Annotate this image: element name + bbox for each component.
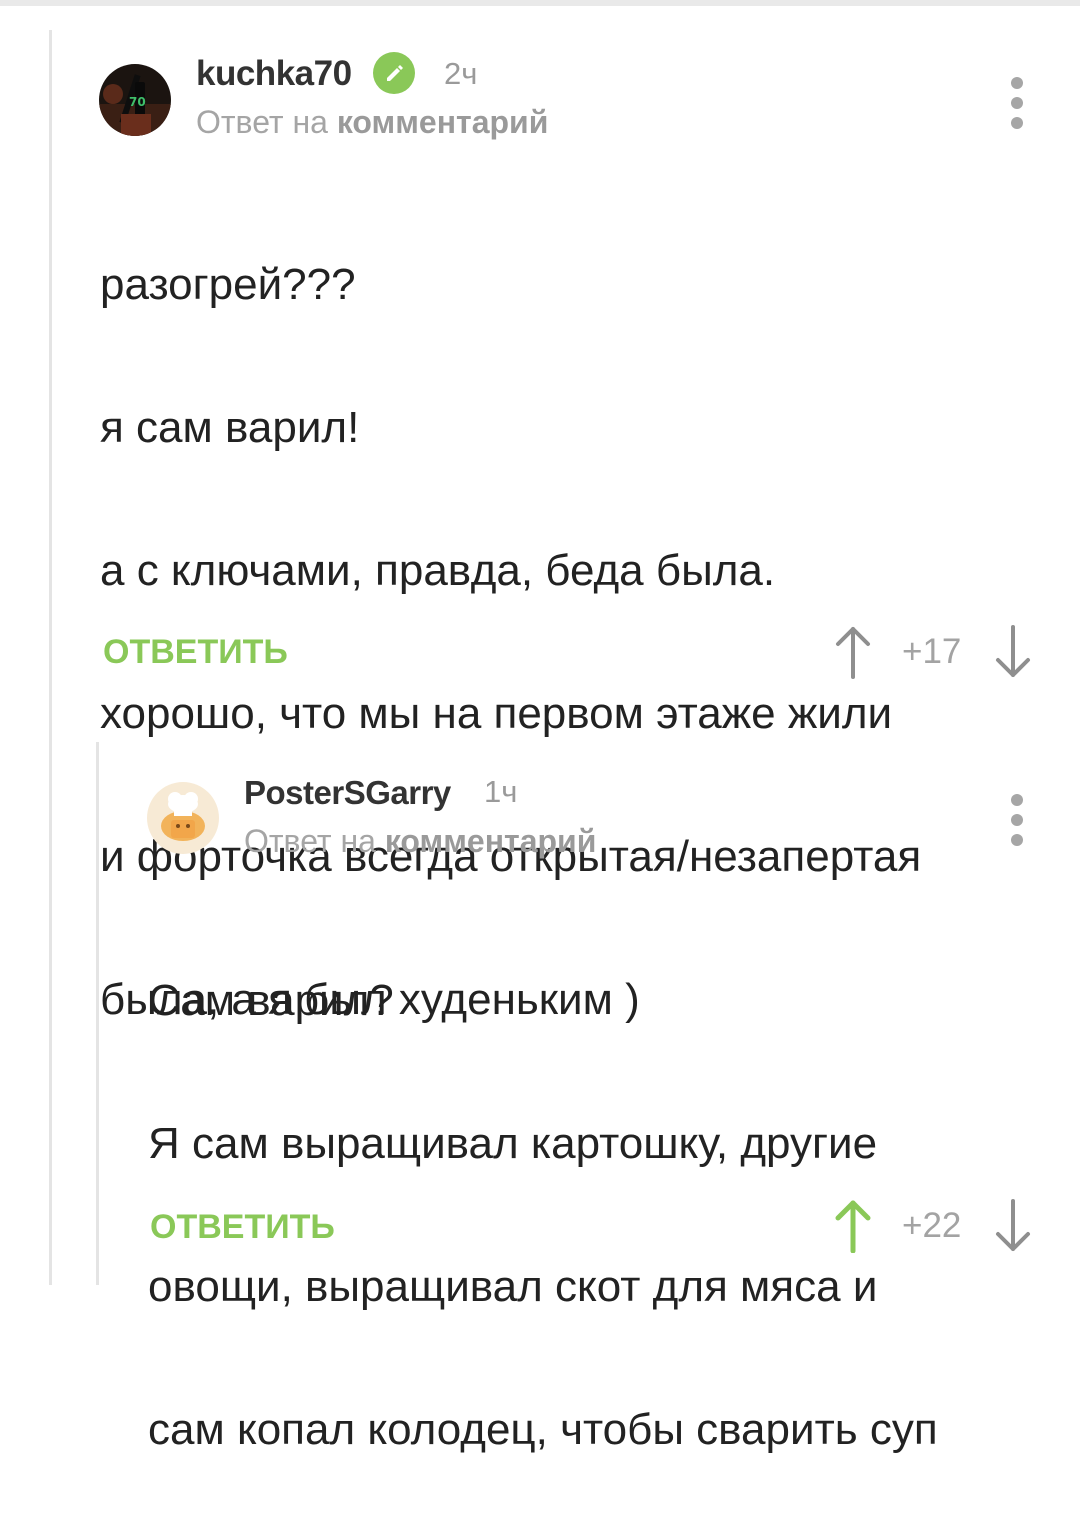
comment-line: Я сам выращивал картошку, другие [148, 1118, 878, 1168]
reply-to-label[interactable]: Ответ на комментарий [196, 104, 548, 141]
upvote-arrow-icon[interactable] [834, 1199, 872, 1253]
vote-controls: +22 [834, 1199, 1032, 1253]
thread-line-outer [49, 30, 52, 1285]
reply-to-label[interactable]: Ответ на комментарий [244, 823, 596, 860]
vote-score: +22 [902, 1206, 962, 1245]
comment-line: Сам варил? [148, 975, 394, 1025]
reply-to-link[interactable]: комментарий [385, 823, 597, 859]
reply-to-prefix: Ответ на [196, 104, 328, 140]
vote-controls: +17 [834, 625, 1032, 679]
reply-to-link[interactable]: комментарий [337, 104, 549, 140]
avatar[interactable] [147, 782, 219, 854]
verified-check-icon [373, 52, 415, 94]
reply-button[interactable]: ОТВЕТИТЬ [103, 633, 288, 672]
timestamp: 1ч [484, 774, 518, 809]
downvote-arrow-icon[interactable] [994, 1199, 1032, 1253]
more-options-icon[interactable] [1007, 794, 1027, 846]
more-options-icon[interactable] [1007, 77, 1027, 129]
svg-text:70: 70 [129, 95, 146, 109]
comment-line: хорошо, что мы на первом этаже жили [100, 688, 893, 738]
reply-to-prefix: Ответ на [244, 823, 376, 859]
downvote-arrow-icon[interactable] [994, 625, 1032, 679]
thread-line-nested [96, 742, 99, 1285]
username[interactable]: PosterSGarry [244, 774, 451, 812]
avatar[interactable]: 70 [99, 64, 171, 136]
comment-line: а с ключами, правда, беда была. [100, 545, 776, 595]
upvote-arrow-icon[interactable] [834, 625, 872, 679]
comment-line: разогрей??? [100, 259, 356, 309]
comment-line: овощи, выращивал скот для мяса и [148, 1261, 878, 1311]
comment-line: я сам варил! [100, 402, 360, 452]
timestamp: 2ч [444, 56, 478, 91]
comment-line: сам копал колодец, чтобы сварить суп [148, 1404, 938, 1454]
top-separator [0, 0, 1080, 6]
username[interactable]: kuchka70 [196, 54, 352, 94]
reply-button[interactable]: ОТВЕТИТЬ [150, 1208, 335, 1247]
vote-score: +17 [902, 632, 962, 671]
